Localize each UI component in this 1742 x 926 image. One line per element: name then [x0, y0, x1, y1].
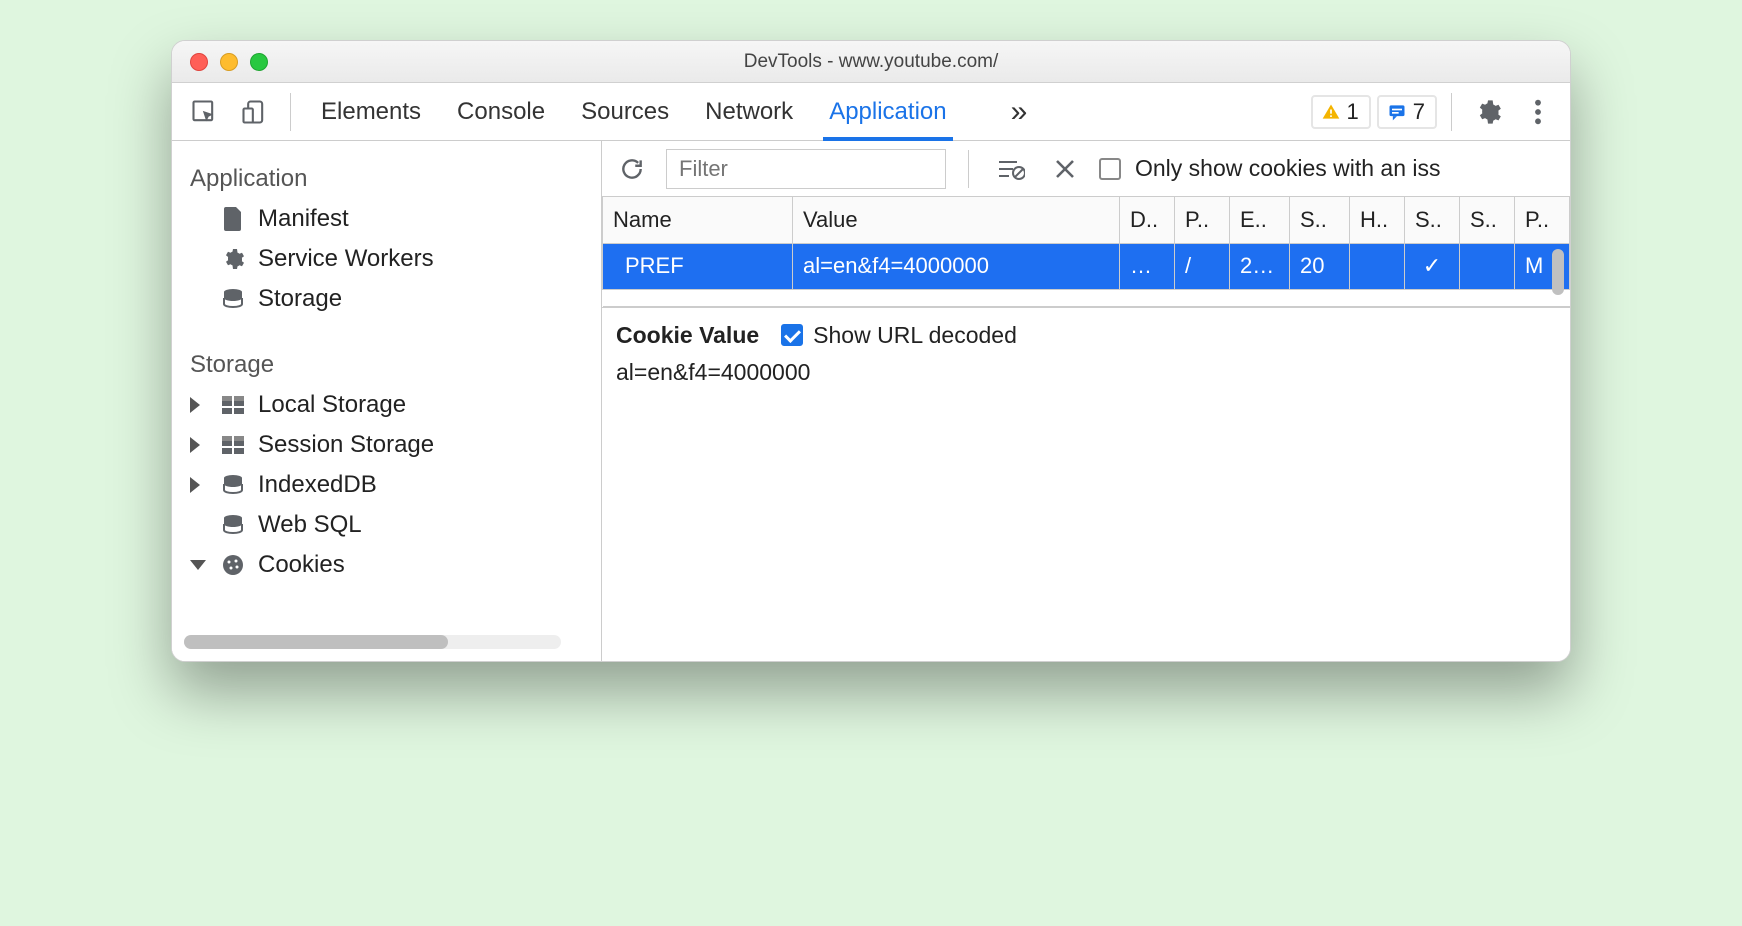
delete-selected-icon[interactable]: [1045, 149, 1085, 189]
cookie-icon: [220, 553, 246, 577]
kebab-menu-icon[interactable]: [1516, 89, 1560, 135]
sidebar-item-label: Web SQL: [258, 511, 362, 539]
cookie-detail-pane: Cookie Value Show URL decoded al=en&f4=4…: [602, 307, 1570, 400]
window-titlebar: DevTools - www.youtube.com/: [172, 41, 1570, 83]
cell-expires: 2…: [1230, 243, 1290, 289]
devtools-tabs: Elements Console Sources Network Applica…: [321, 83, 1027, 140]
separator: [1451, 93, 1452, 131]
devtools-toolbar: Elements Console Sources Network Applica…: [172, 83, 1570, 141]
filter-input[interactable]: [666, 149, 946, 189]
sidebar-item-label: Manifest: [258, 205, 349, 233]
panel-body: Application Manifest Service Workers Sto…: [172, 141, 1570, 661]
col-domain[interactable]: D..: [1120, 197, 1175, 243]
sidebar-item-websql[interactable]: Web SQL: [172, 505, 601, 545]
cookie-value-text: al=en&f4=4000000: [616, 349, 1556, 386]
sidebar-item-label: Local Storage: [258, 391, 406, 419]
table-header-row: Name Value D.. P.. E.. S.. H.. S.. S.. P…: [603, 197, 1570, 243]
tab-sources[interactable]: Sources: [581, 83, 669, 140]
caret-down-icon: [190, 560, 206, 570]
warnings-count: 1: [1347, 99, 1359, 125]
sidebar-item-service-workers[interactable]: Service Workers: [172, 239, 601, 279]
grid-icon: [220, 396, 246, 414]
col-priority[interactable]: P..: [1515, 197, 1570, 243]
sidebar-item-label: IndexedDB: [258, 471, 377, 499]
cookies-pane: Only show cookies with an iss Name Value…: [602, 141, 1570, 661]
clear-all-icon[interactable]: [991, 149, 1031, 189]
grid-icon: [220, 436, 246, 454]
table-row[interactable]: PREF al=en&f4=4000000 … / 2… 20 ✓ M: [603, 243, 1570, 289]
cookie-value-heading: Cookie Value: [616, 322, 759, 349]
col-secure[interactable]: S..: [1405, 197, 1460, 243]
caret-right-icon: [190, 437, 200, 453]
col-path[interactable]: P..: [1175, 197, 1230, 243]
warnings-badge[interactable]: 1: [1311, 95, 1371, 129]
separator: [290, 93, 291, 131]
sidebar-item-label: Session Storage: [258, 431, 434, 459]
show-url-decoded-label: Show URL decoded: [813, 322, 1017, 349]
warning-icon: [1321, 102, 1341, 122]
database-icon: [220, 473, 246, 497]
cell-secure: ✓: [1405, 243, 1460, 289]
sidebar-item-label: Cookies: [258, 551, 345, 579]
cell-domain: …: [1120, 243, 1175, 289]
col-same[interactable]: S..: [1460, 197, 1515, 243]
sidebar-item-session-storage[interactable]: Session Storage: [172, 425, 601, 465]
sidebar-section-application: Application: [172, 151, 601, 199]
application-sidebar: Application Manifest Service Workers Sto…: [172, 141, 602, 661]
cell-size: 20: [1290, 243, 1350, 289]
col-http[interactable]: H..: [1350, 197, 1405, 243]
tab-elements[interactable]: Elements: [321, 83, 421, 140]
sidebar-item-local-storage[interactable]: Local Storage: [172, 385, 601, 425]
sidebar-item-storage[interactable]: Storage: [172, 279, 601, 319]
table-scrollbar[interactable]: [1552, 249, 1564, 295]
file-icon: [220, 207, 246, 231]
more-tabs-button[interactable]: »: [1011, 95, 1028, 129]
sidebar-item-cookies[interactable]: Cookies: [172, 545, 601, 585]
device-toolbar-icon[interactable]: [232, 89, 276, 135]
sidebar-section-storage: Storage: [172, 337, 601, 385]
cookies-toolbar: Only show cookies with an iss: [602, 141, 1570, 197]
caret-right-icon: [190, 477, 200, 493]
messages-count: 7: [1413, 99, 1425, 125]
col-value[interactable]: Value: [793, 197, 1120, 243]
tab-console[interactable]: Console: [457, 83, 545, 140]
database-icon: [220, 513, 246, 537]
col-expires[interactable]: E..: [1230, 197, 1290, 243]
table-row-empty: [603, 289, 1570, 306]
separator: [968, 150, 969, 188]
tab-application[interactable]: Application: [829, 83, 946, 140]
gear-icon: [220, 247, 246, 271]
messages-badge[interactable]: 7: [1377, 95, 1437, 129]
show-url-decoded-checkbox[interactable]: [781, 324, 803, 346]
cell-same: [1460, 243, 1515, 289]
sidebar-item-manifest[interactable]: Manifest: [172, 199, 601, 239]
col-size[interactable]: S..: [1290, 197, 1350, 243]
cookies-table: Name Value D.. P.. E.. S.. H.. S.. S.. P…: [602, 197, 1570, 307]
sidebar-item-label: Storage: [258, 285, 342, 313]
cell-path: /: [1175, 243, 1230, 289]
database-icon: [220, 287, 246, 311]
sidebar-scrollbar[interactable]: [184, 635, 561, 649]
cell-http: [1350, 243, 1405, 289]
sidebar-item-label: Service Workers: [258, 245, 434, 273]
devtools-window: DevTools - www.youtube.com/ Elements Con…: [171, 40, 1571, 662]
cell-value: al=en&f4=4000000: [793, 243, 1120, 289]
sidebar-item-indexeddb[interactable]: IndexedDB: [172, 465, 601, 505]
cell-name: PREF: [603, 243, 793, 289]
refresh-icon[interactable]: [612, 149, 652, 189]
inspect-element-icon[interactable]: [182, 89, 226, 135]
window-title: DevTools - www.youtube.com/: [172, 51, 1570, 73]
tab-network[interactable]: Network: [705, 83, 793, 140]
settings-icon[interactable]: [1466, 89, 1510, 135]
message-icon: [1387, 102, 1407, 122]
caret-right-icon: [190, 397, 200, 413]
only-issues-label: Only show cookies with an iss: [1135, 155, 1441, 182]
col-name[interactable]: Name: [603, 197, 793, 243]
only-issues-checkbox[interactable]: [1099, 158, 1121, 180]
